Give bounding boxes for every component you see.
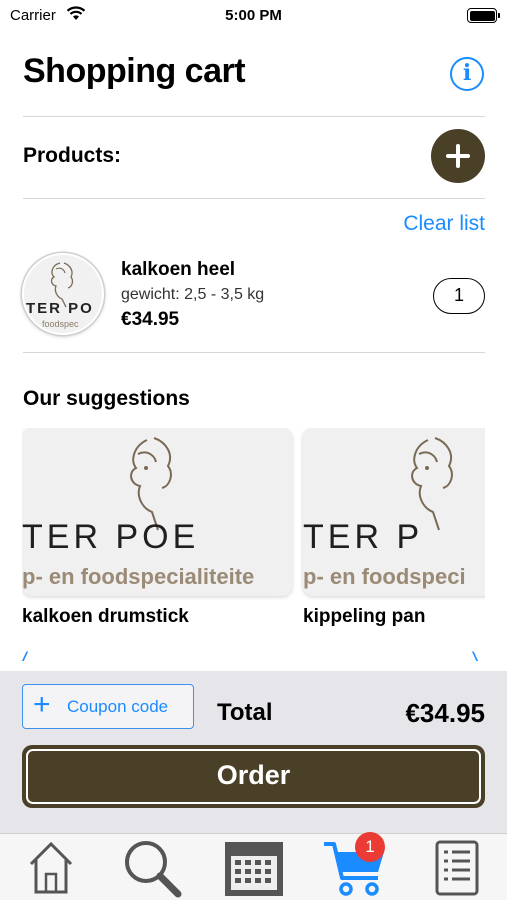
suggestion-name: kalkoen drumstick	[22, 606, 189, 627]
tab-list[interactable]	[406, 834, 507, 900]
product-price: €34.95	[121, 309, 180, 330]
cart-badge: 1	[355, 832, 385, 862]
add-product-button[interactable]	[431, 129, 485, 183]
svg-text:p- en foodspecialiteite: p- en foodspecialiteite	[22, 564, 254, 589]
page-title: Shopping cart	[23, 52, 246, 90]
tab-calendar[interactable]	[203, 834, 304, 900]
svg-text:foodspec: foodspec	[42, 319, 79, 329]
svg-text:p- en foodspeci: p- en foodspeci	[303, 564, 466, 589]
status-bar: Carrier 5:00 PM	[0, 0, 507, 32]
list-icon	[435, 840, 478, 896]
carousel-next-icon[interactable]: \	[472, 649, 478, 665]
suggestion-name: kippeling pan	[303, 606, 426, 627]
total-value: €34.95	[405, 698, 485, 728]
products-heading: Products:	[23, 144, 122, 167]
carousel-prev-icon[interactable]: /	[22, 649, 28, 665]
svg-text:TER POE: TER POE	[22, 518, 199, 556]
divider	[23, 116, 485, 117]
suggestion-image: TER P p- en foodspeci	[303, 428, 485, 596]
calendar-icon	[224, 842, 283, 896]
svg-text:TER P: TER P	[303, 518, 423, 556]
svg-text:TER PO: TER PO	[26, 300, 94, 317]
suggestion-card[interactable]: TER POE p- en foodspecialiteite kalkoen …	[22, 428, 292, 628]
order-label: Order	[26, 749, 481, 804]
tab-bar	[0, 833, 507, 900]
rooster-logo-icon: TER POE p- en foodspecialiteite	[22, 437, 254, 589]
home-icon	[29, 841, 72, 894]
battery-icon	[467, 8, 500, 23]
clock: 5:00 PM	[225, 7, 282, 24]
quantity-stepper[interactable]: 1	[433, 278, 485, 314]
info-icon[interactable]: i	[450, 57, 484, 91]
suggestion-image: TER POE p- en foodspecialiteite	[22, 428, 292, 596]
coupon-label: Coupon code	[67, 697, 169, 716]
search-icon	[124, 841, 181, 898]
suggestion-card[interactable]: TER P p- en foodspeci kippeling pan	[303, 428, 485, 628]
product-weight: gewicht: 2,5 - 3,5 kg	[121, 286, 265, 303]
clear-list-button[interactable]: Clear list	[403, 212, 485, 236]
divider	[23, 198, 485, 199]
tab-search[interactable]	[101, 834, 202, 900]
product-name: kalkoen heel	[121, 259, 236, 280]
suggestions-carousel[interactable]: TER POE p- en foodspecialiteite kalkoen …	[22, 428, 485, 668]
total-label: Total	[217, 699, 273, 726]
rooster-logo-icon: TER P p- en foodspeci	[303, 437, 466, 589]
suggestions-heading: Our suggestions	[23, 387, 190, 410]
divider	[23, 352, 485, 353]
tab-home[interactable]	[0, 834, 101, 900]
plus-icon: +	[33, 688, 51, 721]
rooster-logo-icon: TER PO foodspec	[26, 262, 94, 329]
order-button[interactable]: Order	[22, 745, 485, 808]
product-thumbnail: TER PO foodspec	[22, 253, 104, 335]
coupon-code-button[interactable]: + Coupon code	[22, 684, 194, 729]
